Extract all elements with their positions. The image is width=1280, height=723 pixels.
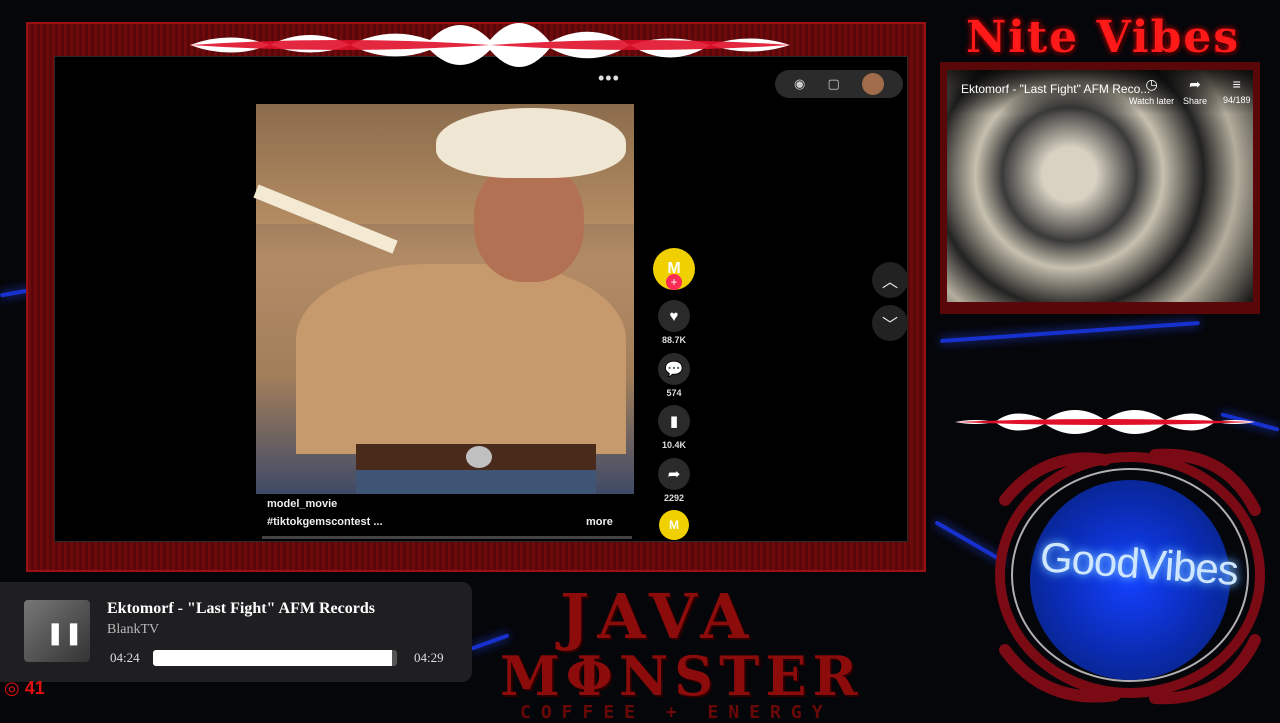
sound-disc[interactable]: M	[652, 510, 696, 540]
video-scene-head	[474, 162, 584, 282]
viewer-counter: ◎ 41	[4, 678, 45, 699]
caption-more-link[interactable]: more	[586, 516, 613, 528]
background-streak	[940, 320, 1200, 344]
viewer-toolbar: ◉ ▢	[775, 70, 903, 98]
video-username[interactable]: model_movie	[267, 498, 337, 510]
track-title: Ektomorf - "Last Fight" AFM Records	[107, 600, 375, 617]
share-button[interactable]: ➦ Share	[1183, 76, 1207, 106]
eye-icon: ◎	[4, 678, 20, 698]
nite-vibes-title: Nite Vibes	[966, 12, 1241, 63]
video-caption[interactable]: #tiktokgemscontest ...	[267, 516, 383, 528]
viewer-count: 41	[24, 678, 45, 698]
comment-action[interactable]: 💬 574	[652, 353, 696, 398]
window-icon[interactable]: ▢	[828, 76, 840, 92]
audio-waveform-top	[190, 22, 790, 68]
track-artist: BlankTV	[107, 622, 160, 637]
current-time: 04:24	[110, 650, 140, 665]
share-count: 2292	[663, 493, 685, 503]
like-count: 88.7K	[661, 335, 687, 345]
music-disc-icon[interactable]: M	[659, 510, 689, 540]
avatar[interactable]	[861, 73, 884, 95]
chevron-up-icon[interactable]: ︿	[872, 262, 908, 298]
playlist-button[interactable]: ≡ 94/189	[1223, 76, 1251, 105]
seek-bar[interactable]	[153, 650, 397, 666]
video-scene-jeans	[356, 470, 596, 494]
comment-count: 574	[666, 388, 682, 398]
share-arrow-icon[interactable]: ➦	[658, 458, 690, 490]
eye-icon[interactable]: ◉	[794, 76, 805, 92]
playlist-icon: ≡	[1232, 76, 1241, 92]
duration-time: 04:29	[414, 650, 444, 665]
heart-icon[interactable]: ♥	[658, 300, 690, 332]
youtube-player[interactable]: Ektomorf - "Last Fight" AFM Reco... ◷ Wa…	[947, 70, 1253, 302]
watch-later-button[interactable]: ◷ Watch later	[1129, 76, 1174, 106]
video-scene-shirt	[296, 264, 626, 454]
bookmark-icon[interactable]: ▮	[658, 405, 690, 437]
chevron-down-icon[interactable]: ﹀	[872, 305, 908, 341]
more-dots-icon[interactable]: •••	[598, 68, 620, 89]
now-playing-widget: ❚❚ Ektomorf - "Last Fight" AFM Records B…	[0, 582, 472, 682]
playlist-position: 94/189	[1223, 95, 1251, 105]
video-progress-bar[interactable]	[262, 536, 632, 539]
like-action[interactable]: ♥ 88.7K	[652, 300, 696, 345]
tiktok-video[interactable]	[253, 104, 634, 494]
clock-icon: ◷	[1145, 76, 1158, 92]
save-count: 10.4K	[661, 440, 687, 450]
monster-logo-text: MΦNSTER	[500, 644, 864, 708]
pause-icon[interactable]: ❚❚	[46, 620, 83, 646]
share-action[interactable]: ➦ 2292	[652, 458, 696, 503]
share-arrow-icon: ➦	[1189, 76, 1201, 92]
cowboy-hat-icon	[436, 108, 626, 178]
java-logo-text: JAVA	[560, 580, 757, 653]
share-label: Share	[1183, 96, 1208, 106]
audio-waveform-right	[955, 410, 1255, 434]
watch-later-label: Watch later	[1129, 96, 1175, 106]
save-action[interactable]: ▮ 10.4K	[652, 405, 696, 450]
video-scene-buckle	[466, 446, 492, 468]
seek-bar-fill	[153, 650, 393, 666]
youtube-video-title[interactable]: Ektomorf - "Last Fight" AFM Reco...	[961, 82, 1150, 96]
comment-icon[interactable]: 💬	[658, 353, 690, 385]
follow-plus-icon[interactable]: +	[666, 274, 682, 290]
